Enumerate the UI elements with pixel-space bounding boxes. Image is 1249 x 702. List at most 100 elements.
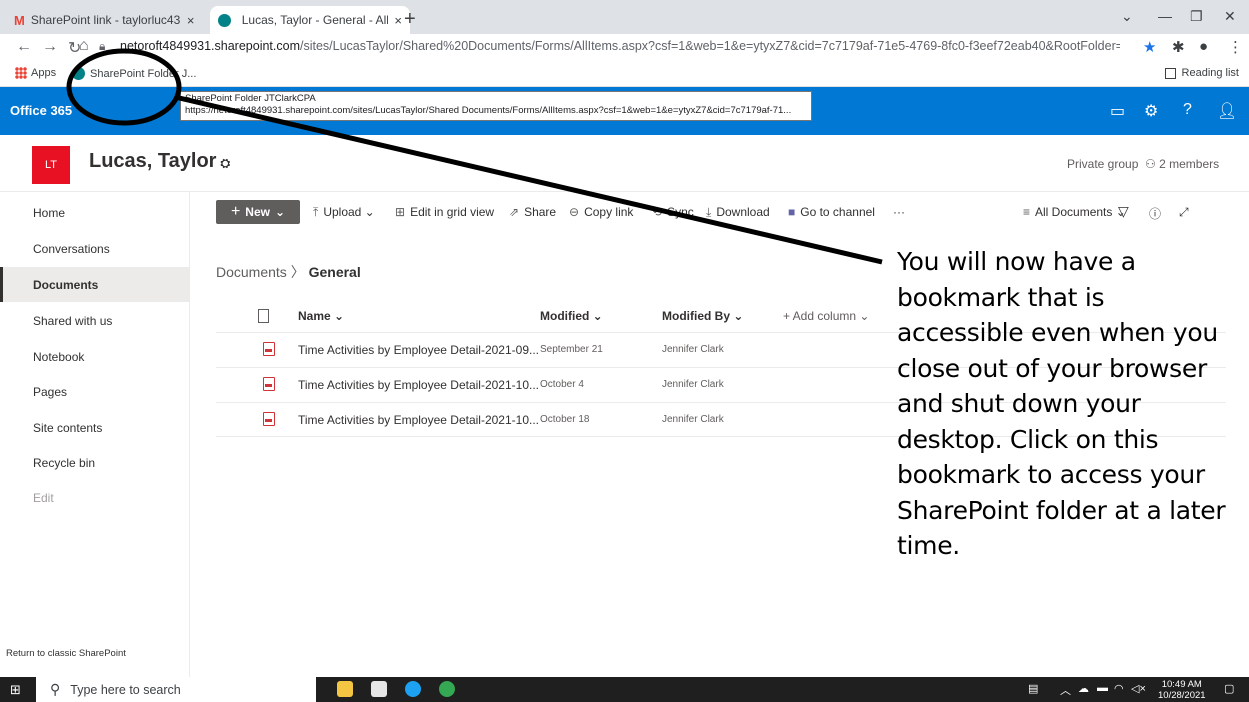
chevron-down-icon[interactable]: ⌄ (1121, 8, 1133, 25)
column-header-name[interactable]: Name ⌄ (298, 300, 344, 332)
office-365-brand[interactable]: Office 365 (10, 103, 72, 118)
download-icon: ⤓ (706, 205, 712, 219)
column-header-modified[interactable]: Modified ⌄ (540, 300, 603, 332)
new-tab-button[interactable]: + (404, 8, 416, 31)
restore-button[interactable]: ❐ (1190, 8, 1203, 25)
sync-button[interactable]: ⟲ Sync (652, 205, 694, 219)
file-modified: October 18 (540, 414, 590, 425)
nav-item-site-contents[interactable]: Site contents (0, 410, 190, 445)
notifications-icon[interactable]: ▢ (1224, 682, 1234, 695)
settings-gear-icon[interactable]: ⚙ (1144, 101, 1158, 121)
upload-icon: ⤒ (313, 205, 319, 219)
file-name[interactable]: Time Activities by Employee Detail-2021-… (298, 413, 539, 427)
store-icon[interactable] (371, 681, 387, 697)
column-name-label: Name (298, 309, 331, 323)
windows-start-icon[interactable]: ⊞ (10, 682, 21, 698)
apps-grid-icon (15, 67, 27, 79)
filter-icon[interactable]: ▽ (1118, 203, 1129, 220)
edit-grid-view-button[interactable]: ⊞ Edit in grid view (395, 205, 494, 219)
back-icon[interactable]: ← (16, 38, 32, 56)
file-name[interactable]: Time Activities by Employee Detail-2021-… (298, 343, 539, 357)
more-button[interactable]: ··· (893, 205, 905, 219)
go-to-channel-button[interactable]: ■ Go to channel (788, 205, 875, 219)
nav-item-recycle-bin[interactable]: Recycle bin (0, 445, 190, 480)
wifi-icon[interactable]: ◠ (1114, 682, 1124, 695)
news-icon[interactable]: ▤ (1028, 682, 1038, 695)
file-modified: September 21 (540, 344, 603, 355)
group-type-label: Private group (1067, 157, 1139, 171)
info-icon[interactable]: ⓘ (1149, 205, 1161, 222)
tooltip-url: https://netoroft4849931.sharepoint.com/s… (185, 105, 792, 116)
bookmark-star-icon[interactable]: ★ (1143, 38, 1156, 56)
reading-list-button[interactable]: Reading list (1164, 67, 1239, 79)
chevron-up-icon[interactable]: ︿ (1060, 682, 1071, 698)
file-modified-by: Jennifer Clark (662, 414, 724, 425)
members-button[interactable]: ⚇ 2 members (1145, 157, 1219, 171)
file-explorer-icon[interactable] (337, 681, 353, 697)
nav-item-home[interactable]: Home (0, 195, 190, 230)
sync-label: Sync (667, 205, 694, 219)
upload-label: Upload (323, 205, 362, 219)
site-logo[interactable]: LT (32, 146, 70, 184)
nav-item-documents[interactable]: Documents (0, 267, 190, 302)
account-icon[interactable]: 👤︎ (1217, 101, 1237, 121)
add-column-button[interactable]: + Add column ⌄ (783, 300, 869, 332)
close-tab-icon[interactable]: × (187, 13, 195, 28)
view-label: All Documents (1035, 205, 1113, 219)
nav-item-shared-with-us[interactable]: Shared with us (0, 303, 190, 338)
sync-icon: ⟲ (652, 205, 663, 219)
lock-icon[interactable]: 🔒︎ (99, 39, 105, 54)
return-to-classic-link[interactable]: Return to classic SharePoint (6, 648, 126, 659)
bookmark-sharepoint-folder[interactable]: SharePoint Folder J... (72, 67, 196, 80)
sharepoint-icon (218, 13, 231, 27)
volume-icon[interactable]: ◁× (1131, 682, 1146, 695)
feedback-icon[interactable]: ▭ (1110, 101, 1125, 121)
download-button[interactable]: ⤓ Download (706, 205, 770, 220)
minimize-button[interactable]: — (1158, 8, 1172, 24)
annotation-text: You will now have a bookmark that is acc… (897, 247, 1226, 560)
chrome-icon[interactable] (439, 681, 455, 697)
share-button[interactable]: ⇗ Share (509, 205, 556, 219)
teams-icon: ⛭ (220, 156, 231, 170)
site-title[interactable]: Lucas, Taylor ⛭ (89, 150, 230, 173)
breadcrumb-documents[interactable]: Documents (216, 264, 287, 280)
menu-icon[interactable]: ⋮ (1228, 38, 1243, 56)
taskbar-search[interactable]: ⚲ Type here to search (36, 677, 316, 702)
expand-icon[interactable]: ⤢ (1179, 205, 1189, 220)
file-type-icon (258, 309, 269, 323)
browser-tab-gmail[interactable]: M SharePoint link - taylorluc43@gm × (6, 6, 206, 34)
extensions-icon[interactable]: ✱ (1172, 38, 1185, 56)
file-name[interactable]: Time Activities by Employee Detail-2021-… (298, 378, 539, 392)
bookmark-apps-label: Apps (31, 67, 57, 79)
nav-item-edit[interactable]: Edit (0, 480, 190, 515)
copy-link-button[interactable]: ⊖ Copy link (569, 205, 633, 219)
nav-item-notebook[interactable]: Notebook (0, 339, 190, 374)
file-modified-by: Jennifer Clark (662, 379, 724, 390)
bookmark-apps[interactable]: Apps (15, 67, 56, 79)
nav-item-conversations[interactable]: Conversations (0, 231, 190, 266)
close-window-button[interactable]: ✕ (1224, 8, 1236, 25)
profile-icon[interactable]: ● (1199, 38, 1208, 55)
close-tab-icon[interactable]: × (394, 13, 402, 28)
help-icon[interactable]: ? (1183, 101, 1192, 119)
browser-tab-sharepoint[interactable]: Lucas, Taylor - General - All Docu × (210, 6, 410, 34)
column-header-modified-by[interactable]: Modified By ⌄ (662, 300, 743, 332)
share-label: Share (524, 205, 557, 219)
nav-item-pages[interactable]: Pages (0, 374, 190, 409)
copy-link-label: Copy link (584, 205, 634, 219)
upload-button[interactable]: ⤒ Upload ⌄ (313, 205, 375, 220)
new-button[interactable]: + New ⌄ (216, 200, 300, 224)
battery-icon[interactable]: ▬ (1097, 682, 1108, 694)
edge-icon[interactable] (405, 681, 421, 697)
browser-tab-strip: M SharePoint link - taylorluc43@gm × Luc… (0, 0, 1249, 34)
address-bar[interactable]: netoroft4849931.sharepoint.com/sites/Luc… (120, 39, 1120, 53)
breadcrumb: Documents 〉 General (216, 262, 361, 282)
home-icon[interactable]: ⌂ (79, 37, 89, 55)
cloud-icon[interactable]: ☁ (1078, 682, 1089, 695)
view-selector[interactable]: ≡ All Documents ⌄ (1023, 205, 1126, 219)
forward-icon[interactable]: → (42, 38, 58, 56)
url-host: netoroft4849931.sharepoint.com (120, 39, 300, 53)
search-icon: ⚲ (50, 681, 61, 697)
system-clock[interactable]: 10:49 AM 10/28/2021 (1158, 679, 1206, 701)
left-navigation: Home Conversations Documents Shared with… (0, 192, 190, 677)
